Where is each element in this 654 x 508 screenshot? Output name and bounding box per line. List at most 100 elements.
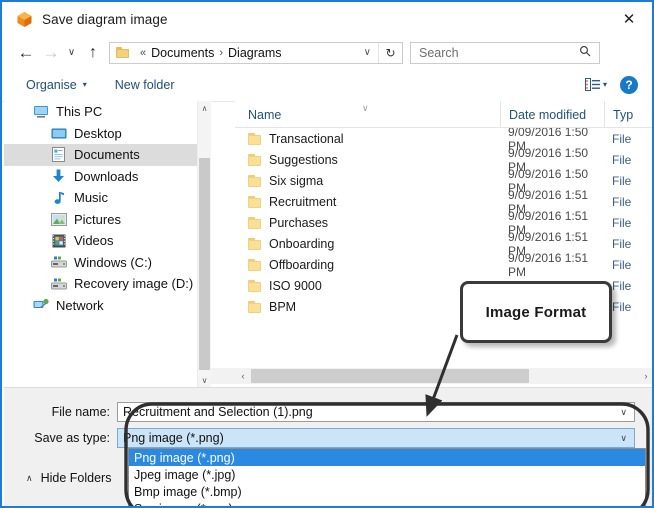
folder-icon <box>116 47 129 58</box>
scroll-up-icon[interactable]: ∧ <box>198 101 211 115</box>
refresh-icon[interactable]: ↻ <box>379 46 402 60</box>
hscrollbar-track[interactable] <box>251 368 638 384</box>
date-modified-cell: 9/09/2016 1:51 PM <box>508 250 589 279</box>
file-name-cell: Purchases <box>235 216 500 230</box>
column-header-type[interactable]: Typ <box>604 101 652 127</box>
file-name-text: ISO 9000 <box>269 278 322 293</box>
navigation-pane: This PC Desktop Documents Downloads Music Pic… <box>4 101 211 387</box>
type-cell: File <box>612 173 632 188</box>
new-folder-button[interactable]: New folder <box>115 78 175 92</box>
folder-icon <box>248 300 261 313</box>
save-as-type-value: Png image (*.png) <box>123 431 224 445</box>
file-name-value: Recruitment and Selection (1).png <box>123 405 313 419</box>
chevron-down-icon[interactable]: ∨ <box>360 47 378 58</box>
film-icon <box>50 233 67 248</box>
forward-icon[interactable]: → <box>39 40 63 66</box>
hide-folders-button[interactable]: ∧ Hide Folders <box>26 471 111 485</box>
hscrollbar-thumb[interactable] <box>251 369 529 383</box>
column-header-name[interactable]: Name ∨ <box>235 101 500 127</box>
sidebar-item-label: Music <box>74 190 108 206</box>
dropdown-option[interactable]: Svg image (*.svg) <box>129 500 645 507</box>
dropdown-option[interactable]: Bmp image (*.bmp) <box>129 483 645 500</box>
picture-icon <box>50 212 67 227</box>
sidebar-item-network[interactable]: Network <box>4 295 211 317</box>
sidebar-item-label: Documents <box>74 147 140 163</box>
sidebar-item-videos[interactable]: Videos <box>4 230 211 252</box>
sidebar-item-recovery-image-d[interactable]: Recovery image (D:) <box>4 273 211 295</box>
table-row[interactable]: Offboarding 9/09/2016 1:51 PM File <box>235 251 652 279</box>
network-icon <box>32 298 49 313</box>
folder-icon <box>248 153 261 166</box>
search-input[interactable]: Search <box>419 46 579 60</box>
organise-label: Organise <box>26 77 77 92</box>
title-bar: Save diagram image ✕ <box>2 2 652 37</box>
scroll-right-icon[interactable]: › <box>638 368 652 384</box>
file-name-text: Suggestions <box>269 152 338 167</box>
monitor-icon <box>32 104 49 119</box>
file-name-input[interactable]: Recruitment and Selection (1).png ∨ <box>117 402 635 422</box>
scrollbar-thumb[interactable] <box>199 158 210 370</box>
file-name-cell: Six sigma <box>235 174 500 188</box>
sidebar-item-documents[interactable]: Documents <box>4 144 211 166</box>
breadcrumb-overflow[interactable]: « <box>135 47 151 59</box>
sidebar-item-label: Windows (C:) <box>74 254 153 270</box>
column-headers: Name ∨ Date modified Typ <box>235 101 652 128</box>
breadcrumb-documents[interactable]: Documents <box>151 46 214 60</box>
hexagon-icon <box>16 11 33 28</box>
callout-box: Image Format <box>460 281 612 343</box>
sidebar-item-desktop[interactable]: Desktop <box>4 123 211 145</box>
save-dialog-window: Save diagram image ✕ ← → ∨ ↑ « Documents… <box>0 0 654 508</box>
horizontal-scrollbar[interactable]: ‹ › <box>235 368 652 384</box>
file-name-label: File name: <box>51 405 110 419</box>
save-as-type-label: Save as type: <box>34 431 110 445</box>
organise-button[interactable]: Organise ▾ <box>26 78 87 92</box>
scroll-left-icon[interactable]: ‹ <box>235 368 251 384</box>
folder-icon <box>248 216 261 229</box>
sidebar-item-music[interactable]: Music <box>4 187 211 209</box>
type-cell: File <box>612 131 632 146</box>
search-box[interactable]: Search <box>410 41 600 64</box>
magnifier-icon <box>579 45 591 60</box>
sidebar-item-this-pc[interactable]: This PC <box>4 101 211 123</box>
dropdown-option[interactable]: Jpeg image (*.jpg) <box>129 466 645 483</box>
save-as-type-row: Save as type: Png image (*.png) ∨ <box>4 428 635 448</box>
type-cell: File <box>612 152 632 167</box>
breadcrumb-separator: › <box>219 46 224 59</box>
file-name-text: Recruitment <box>269 194 337 209</box>
address-bar[interactable]: « Documents › Diagrams ∨ ↻ <box>109 41 403 64</box>
type-cell: File <box>612 215 632 230</box>
music-note-icon <box>50 190 67 205</box>
dropdown-option[interactable]: Png image (*.png) <box>129 449 645 466</box>
sidebar-scrollbar[interactable]: ∧ ∨ <box>197 101 211 387</box>
sidebar-item-downloads[interactable]: Downloads <box>4 166 211 188</box>
view-layout-icon[interactable]: ▾ <box>584 78 607 91</box>
file-name-row: File name: Recruitment and Selection (1)… <box>4 402 635 422</box>
command-bar-right: ▾ ? <box>584 75 638 94</box>
sidebar-item-label: Recovery image (D:) <box>74 276 194 292</box>
command-bar: Organise ▾ New folder ▾ ? <box>2 68 652 102</box>
column-header-date-modified[interactable]: Date modified <box>500 101 604 127</box>
chevron-down-icon: ▾ <box>82 80 87 89</box>
save-as-type-select[interactable]: Png image (*.png) ∨ <box>117 428 635 448</box>
close-icon[interactable]: ✕ <box>606 2 652 36</box>
sidebar-item-pictures[interactable]: Pictures <box>4 209 211 231</box>
back-icon[interactable]: ← <box>13 40 39 66</box>
sidebar-item-windows-c[interactable]: Windows (C:) <box>4 252 211 274</box>
file-name-text: Six sigma <box>269 173 324 188</box>
scrollbar-corner <box>211 368 235 384</box>
breadcrumb-diagrams[interactable]: Diagrams <box>228 46 282 60</box>
file-name-cell: Onboarding <box>235 237 500 251</box>
type-cell: File <box>612 194 632 209</box>
chevron-down-icon[interactable]: ∨ <box>620 407 627 418</box>
save-as-type-dropdown[interactable]: Png image (*.png) Jpeg image (*.jpg) Bmp i… <box>128 448 646 507</box>
chevron-down-icon[interactable]: ∨ <box>620 433 627 444</box>
folder-icon <box>248 279 261 292</box>
recent-locations-icon[interactable]: ∨ <box>63 40 80 66</box>
desktop-icon <box>50 126 67 141</box>
up-icon[interactable]: ↑ <box>80 40 106 66</box>
file-name-cell: Suggestions <box>235 153 500 167</box>
scroll-down-icon[interactable]: ∨ <box>198 373 211 387</box>
sidebar-item-label: Videos <box>74 233 114 249</box>
file-name-cell: Recruitment <box>235 195 500 209</box>
help-icon[interactable]: ? <box>620 75 638 94</box>
